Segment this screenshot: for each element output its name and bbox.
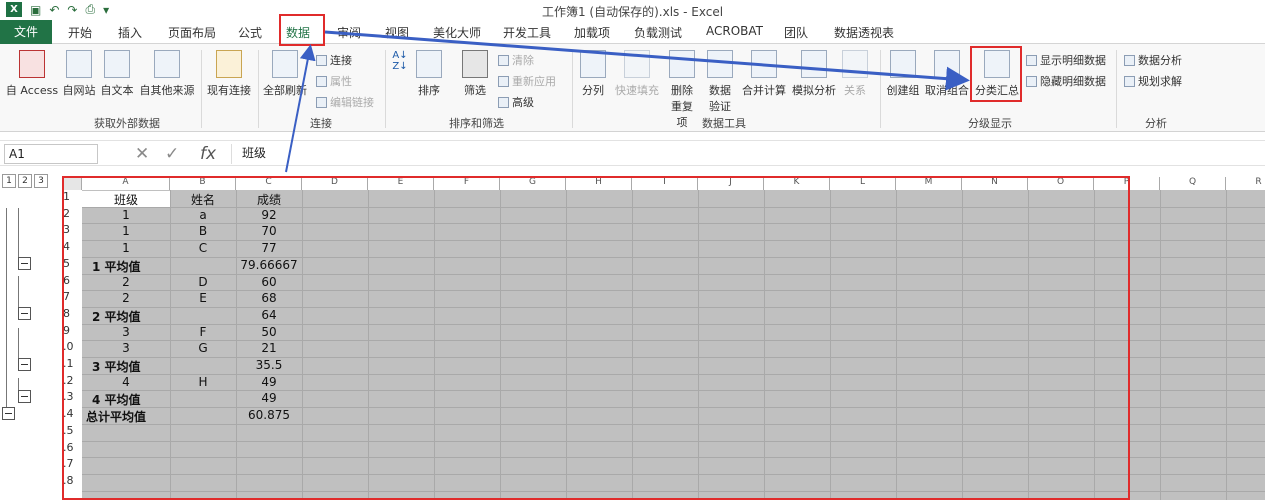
annotation-arrows bbox=[285, 30, 970, 173]
arrow-to-subtotal bbox=[324, 30, 970, 91]
arrow-to-data-tab bbox=[285, 44, 316, 173]
